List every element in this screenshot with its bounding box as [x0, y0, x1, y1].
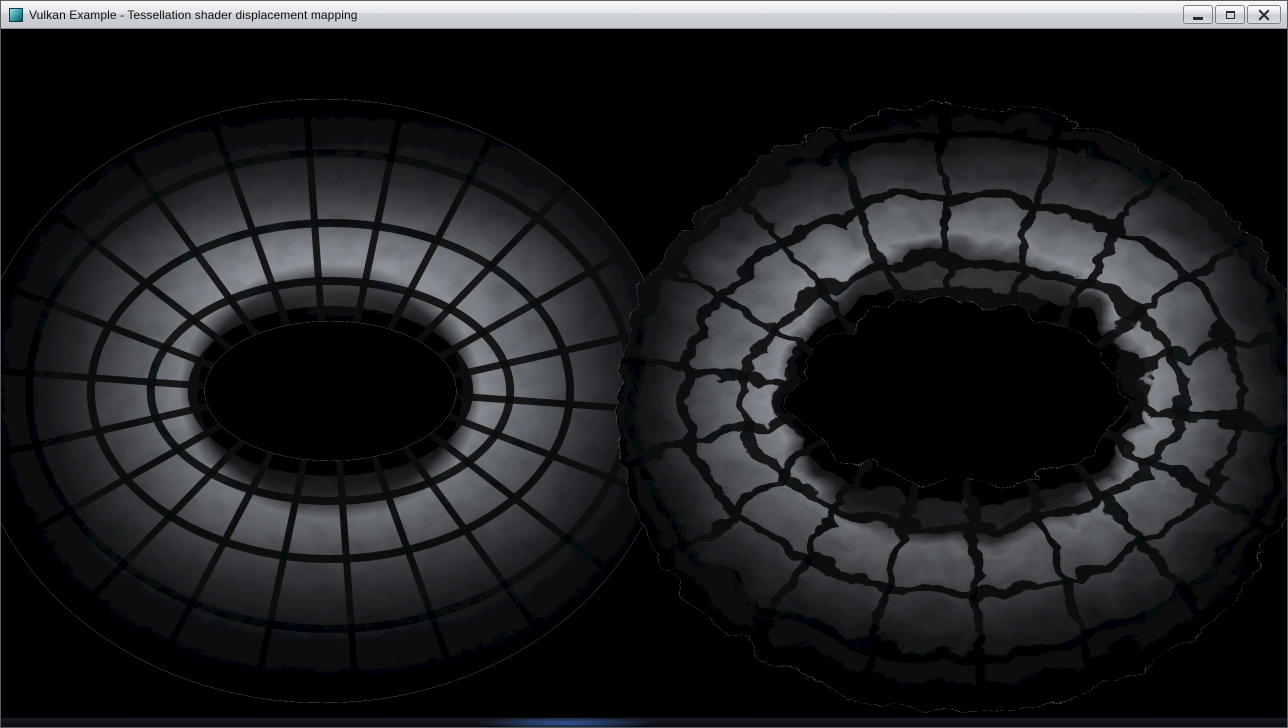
maximize-icon — [1226, 11, 1235, 19]
taskbar-strip — [1, 717, 1287, 728]
minimize-button[interactable] — [1183, 5, 1213, 24]
close-icon — [1258, 10, 1270, 20]
window-title: Vulkan Example - Tessellation shader dis… — [29, 8, 358, 22]
app-icon — [9, 8, 23, 22]
close-button[interactable] — [1247, 5, 1281, 24]
window-titlebar[interactable]: Vulkan Example - Tessellation shader dis… — [1, 1, 1287, 29]
maximize-button[interactable] — [1215, 5, 1245, 24]
vulkan-scene[interactable] — [1, 29, 1287, 717]
minimize-icon — [1193, 17, 1203, 20]
window-controls — [1183, 5, 1281, 24]
render-viewport[interactable] — [1, 29, 1287, 717]
app-window: Vulkan Example - Tessellation shader dis… — [0, 0, 1288, 728]
